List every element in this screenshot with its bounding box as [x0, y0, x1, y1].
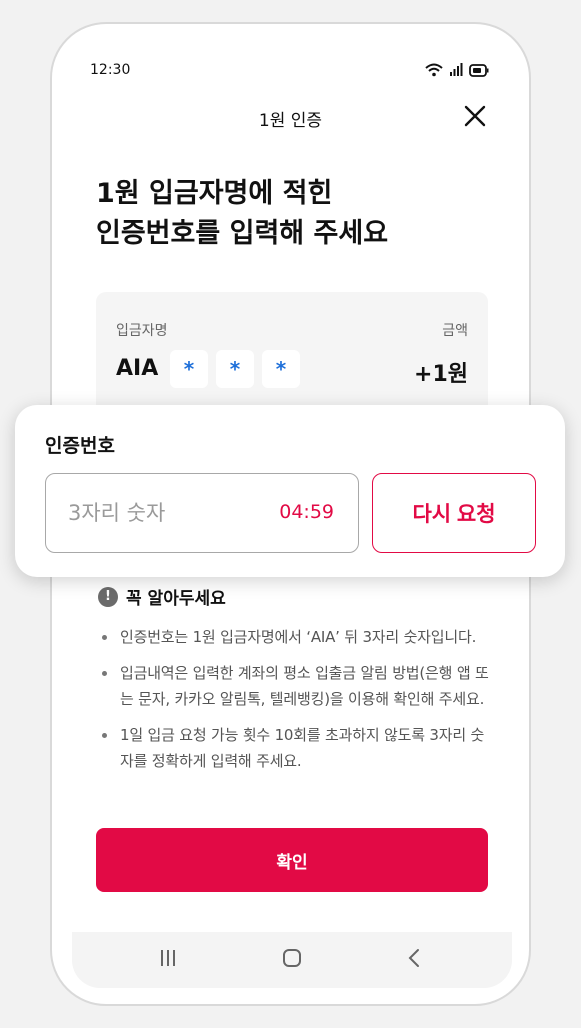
verification-label: 인증번호 — [45, 435, 115, 457]
headline-line-1: 1원 입금자명에 적힌 — [96, 178, 333, 209]
mask-box: * — [262, 350, 300, 388]
notice-list: 인증번호는 1원 입금자명에서 ‘AIA’ 뒤 3자리 숫자입니다. 입금내역은… — [98, 624, 490, 784]
close-button[interactable] — [461, 104, 489, 132]
alert-icon: ! — [98, 586, 118, 607]
notice-item: 1일 입금 요청 가능 횟수 10회를 초과하지 않도록 3자리 숫자를 정확하… — [98, 722, 490, 774]
sender-name: AIA — [116, 356, 159, 381]
recent-apps-icon — [158, 949, 178, 971]
headline-line-2: 인증번호를 입력해 주세요 — [96, 218, 389, 249]
nav-bar — [72, 932, 512, 988]
wifi-icon — [425, 62, 443, 81]
status-time: 12:30 — [90, 62, 131, 78]
countdown-timer: 04:59 — [279, 501, 334, 523]
signal-icon — [449, 62, 463, 81]
header: 1원 인증 — [52, 100, 529, 136]
notice-title: ! 꼭 알아두세요 — [98, 584, 226, 609]
amount-label: 금액 — [442, 323, 468, 339]
home-button[interactable] — [276, 946, 308, 974]
verification-card: 인증번호 04:59 다시 요청 — [15, 405, 565, 577]
back-button[interactable] — [398, 946, 430, 974]
headline: 1원 입금자명에 적힌 인증번호를 입력해 주세요 — [96, 174, 476, 254]
code-input-wrapper: 04:59 — [45, 473, 359, 553]
stage: 12:30 1원 인증 1원 입금자명에 적힌 인증번호를 입력해 주세요 입금… — [0, 0, 581, 1028]
status-bar: 12:30 — [52, 24, 529, 84]
amount-value: +1원 — [414, 362, 468, 387]
mask-box: * — [216, 350, 254, 388]
close-icon — [464, 105, 486, 131]
page-title: 1원 인증 — [258, 111, 323, 131]
notice-title-text: 꼭 알아두세요 — [126, 589, 226, 609]
verification-code-input[interactable] — [68, 474, 268, 552]
status-icons — [425, 62, 489, 81]
notice-item: 입금내역은 입력한 계좌의 평소 입출금 알림 방법(은행 앱 또는 문자, 카… — [98, 660, 490, 712]
masked-code: * * * — [170, 350, 300, 388]
back-icon — [407, 948, 421, 972]
resend-button[interactable]: 다시 요청 — [372, 473, 536, 553]
battery-icon — [469, 62, 489, 81]
notice-item: 인증번호는 1원 입금자명에서 ‘AIA’ 뒤 3자리 숫자입니다. — [98, 624, 490, 650]
mask-box: * — [170, 350, 208, 388]
recent-apps-button[interactable] — [152, 946, 184, 974]
confirm-button[interactable]: 확인 — [96, 828, 488, 892]
sender-label: 입금자명 — [116, 323, 168, 339]
home-icon — [282, 948, 302, 972]
